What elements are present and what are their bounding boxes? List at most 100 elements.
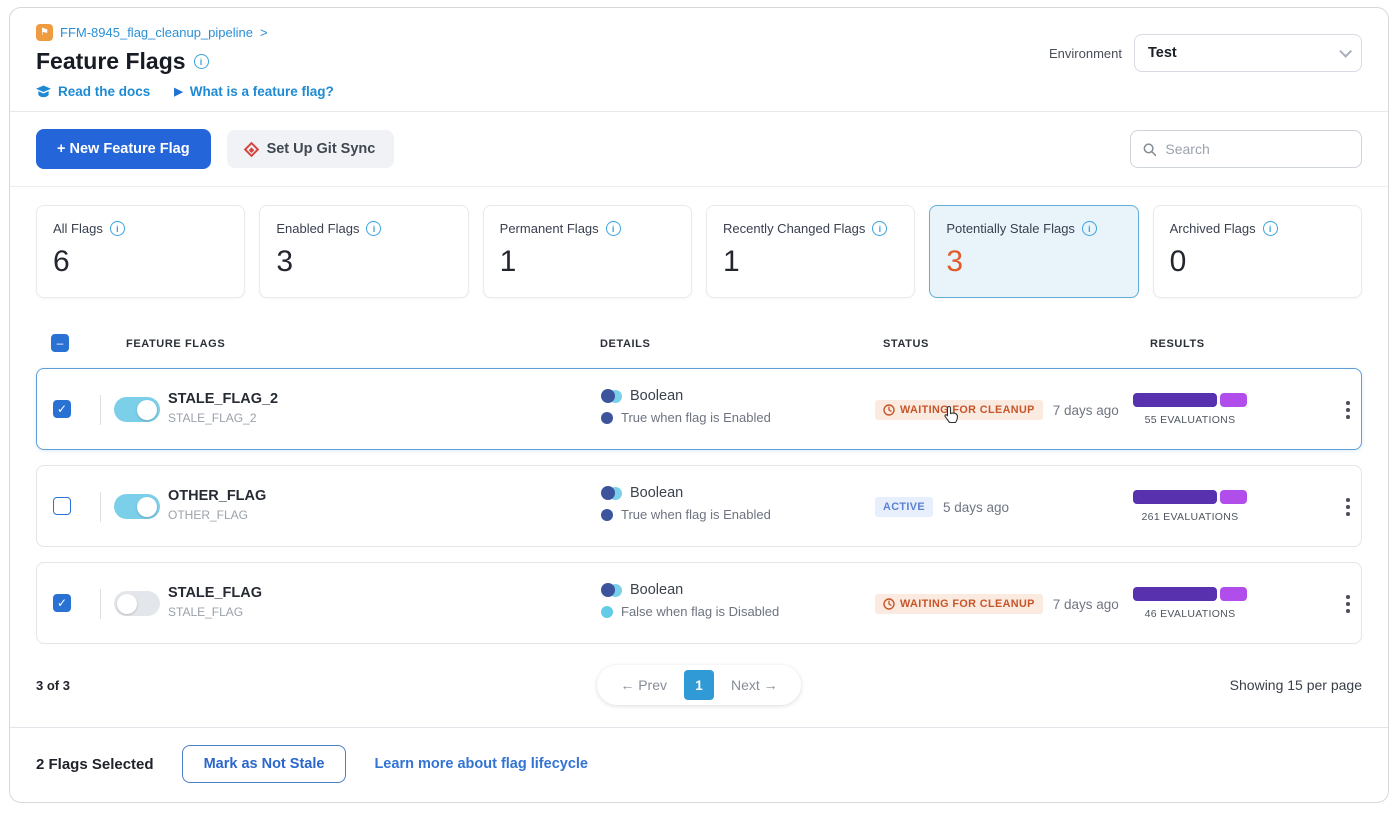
variation-dot-icon (601, 606, 613, 618)
stat-card-permanent-flags[interactable]: Permanent Flags i 1 (483, 205, 692, 298)
select-all-checkbox[interactable]: – (51, 334, 69, 352)
stat-value: 6 (53, 245, 228, 279)
info-icon[interactable]: i (1263, 221, 1278, 236)
row-checkbox[interactable]: ✓ (53, 594, 71, 612)
status-badge[interactable]: WAITING FOR CLEANUP (875, 594, 1043, 614)
stat-value: 0 (1170, 245, 1345, 279)
environment-value: Test (1148, 45, 1177, 61)
flags-table: – FEATURE FLAGS DETAILS STATUS RESULTS ✓… (10, 322, 1388, 644)
what-is-feature-flag-link[interactable]: ▶ What is a feature flag? (174, 84, 334, 99)
table-header-row: – FEATURE FLAGS DETAILS STATUS RESULTS (36, 322, 1362, 368)
title-info-icon[interactable]: i (194, 54, 209, 69)
search-box (1130, 130, 1362, 168)
toolbar: + New Feature Flag Set Up Git Sync (10, 112, 1388, 187)
evaluations-count: 55 EVALUATIONS (1125, 414, 1255, 426)
row-count: 3 of 3 (36, 678, 597, 693)
evaluations-bar (1125, 490, 1255, 504)
flag-details: Boolean True when flag is Enabled (601, 388, 771, 425)
info-icon[interactable]: i (872, 221, 887, 236)
results-cell: 46 EVALUATIONS (1125, 587, 1255, 620)
breadcrumb-project-link[interactable]: FFM-8945_flag_cleanup_pipeline (60, 25, 253, 40)
bar-segment-dark (1133, 393, 1217, 407)
git-sync-label: Set Up Git Sync (267, 141, 376, 157)
flag-identifier: OTHER_FLAG (168, 508, 266, 522)
toggle-knob (117, 594, 137, 614)
column-header-status: STATUS (883, 338, 929, 350)
app-window: ⚑ FFM-8945_flag_cleanup_pipeline > Featu… (9, 7, 1389, 803)
evaluations-count: 261 EVALUATIONS (1125, 511, 1255, 523)
page-number-button[interactable]: 1 (684, 670, 714, 700)
bar-segment-light (1220, 393, 1247, 407)
search-input[interactable] (1165, 141, 1349, 157)
stat-card-enabled-flags[interactable]: Enabled Flags i 3 (259, 205, 468, 298)
mark-not-stale-button[interactable]: Mark as Not Stale (182, 745, 347, 783)
divider (100, 589, 101, 619)
search-icon (1143, 142, 1156, 157)
bar-segment-light (1220, 587, 1247, 601)
read-docs-link[interactable]: Read the docs (36, 84, 150, 99)
page-title: Feature Flags (36, 48, 186, 75)
divider (100, 395, 101, 425)
flag-name[interactable]: STALE_FLAG_2 (168, 391, 278, 407)
status-time: 5 days ago (943, 500, 1009, 515)
environment-dropdown[interactable]: Test (1134, 34, 1362, 72)
chevron-down-icon (1339, 45, 1352, 58)
row-checkbox[interactable]: ✓ (53, 400, 71, 418)
flag-type: Boolean (630, 388, 683, 404)
stat-card-archived-flags[interactable]: Archived Flags i 0 (1153, 205, 1362, 298)
info-icon[interactable]: i (366, 221, 381, 236)
selected-flags-count: 2 Flags Selected (36, 756, 154, 773)
results-cell: 55 EVALUATIONS (1125, 393, 1255, 426)
boolean-type-icon (601, 389, 622, 403)
flag-identifier: STALE_FLAG_2 (168, 411, 278, 425)
stat-label: Recently Changed Flags (723, 221, 865, 236)
table-row[interactable]: ✓ STALE_FLAG_2 STALE_FLAG_2 Boolean True… (36, 368, 1362, 450)
git-sync-button[interactable]: Set Up Git Sync (227, 130, 395, 168)
row-checkbox[interactable] (53, 497, 71, 515)
bar-segment-dark (1133, 490, 1217, 504)
stat-card-all-flags[interactable]: All Flags i 6 (36, 205, 245, 298)
divider (100, 492, 101, 522)
table-row[interactable]: OTHER_FLAG OTHER_FLAG Boolean True when … (36, 465, 1362, 547)
row-menu-kebab-icon[interactable] (1335, 395, 1361, 425)
prev-page-button[interactable]: ← Prev (603, 671, 684, 699)
stat-card-recently-changed-flags[interactable]: Recently Changed Flags i 1 (706, 205, 915, 298)
play-icon: ▶ (174, 85, 182, 98)
docs-icon (36, 85, 51, 99)
table-row[interactable]: ✓ STALE_FLAG STALE_FLAG Boolean False wh… (36, 562, 1362, 644)
flag-toggle[interactable] (114, 494, 160, 519)
flag-toggle[interactable] (114, 591, 160, 616)
boolean-type-icon (601, 486, 622, 500)
column-header-results: RESULTS (1150, 338, 1205, 350)
selection-footer: 2 Flags Selected Mark as Not Stale Learn… (10, 727, 1388, 800)
per-page-label: Showing 15 per page (801, 677, 1362, 693)
flag-lifecycle-link[interactable]: Learn more about flag lifecycle (374, 756, 588, 772)
boolean-type-icon (601, 583, 622, 597)
column-header-feature-flags: FEATURE FLAGS (126, 338, 225, 350)
status-badge[interactable]: ACTIVE (875, 497, 933, 517)
info-icon[interactable]: i (1082, 221, 1097, 236)
flag-toggle[interactable] (114, 397, 160, 422)
row-menu-kebab-icon[interactable] (1335, 492, 1361, 522)
new-feature-flag-button[interactable]: + New Feature Flag (36, 129, 211, 169)
pagination-bar: 3 of 3 ← Prev 1 Next → Showing 15 per pa… (10, 659, 1388, 727)
stat-value: 1 (723, 245, 898, 279)
next-page-button[interactable]: Next → (714, 671, 795, 699)
stat-value: 3 (946, 245, 1121, 279)
stat-value: 1 (500, 245, 675, 279)
info-icon[interactable]: i (606, 221, 621, 236)
pager: ← Prev 1 Next → (597, 665, 800, 705)
info-icon[interactable]: i (110, 221, 125, 236)
clock-icon (883, 404, 895, 416)
results-cell: 261 EVALUATIONS (1125, 490, 1255, 523)
column-header-details: DETAILS (600, 338, 650, 350)
stat-value: 3 (276, 245, 451, 279)
flag-type: Boolean (630, 485, 683, 501)
row-menu-kebab-icon[interactable] (1335, 589, 1361, 619)
flag-name[interactable]: OTHER_FLAG (168, 488, 266, 504)
flag-name[interactable]: STALE_FLAG (168, 585, 262, 601)
stat-card-potentially-stale-flags[interactable]: Potentially Stale Flags i 3 (929, 205, 1138, 298)
stat-label: All Flags (53, 221, 103, 236)
page-header: ⚑ FFM-8945_flag_cleanup_pipeline > Featu… (10, 8, 1388, 112)
status-label: WAITING FOR CLEANUP (900, 404, 1035, 416)
